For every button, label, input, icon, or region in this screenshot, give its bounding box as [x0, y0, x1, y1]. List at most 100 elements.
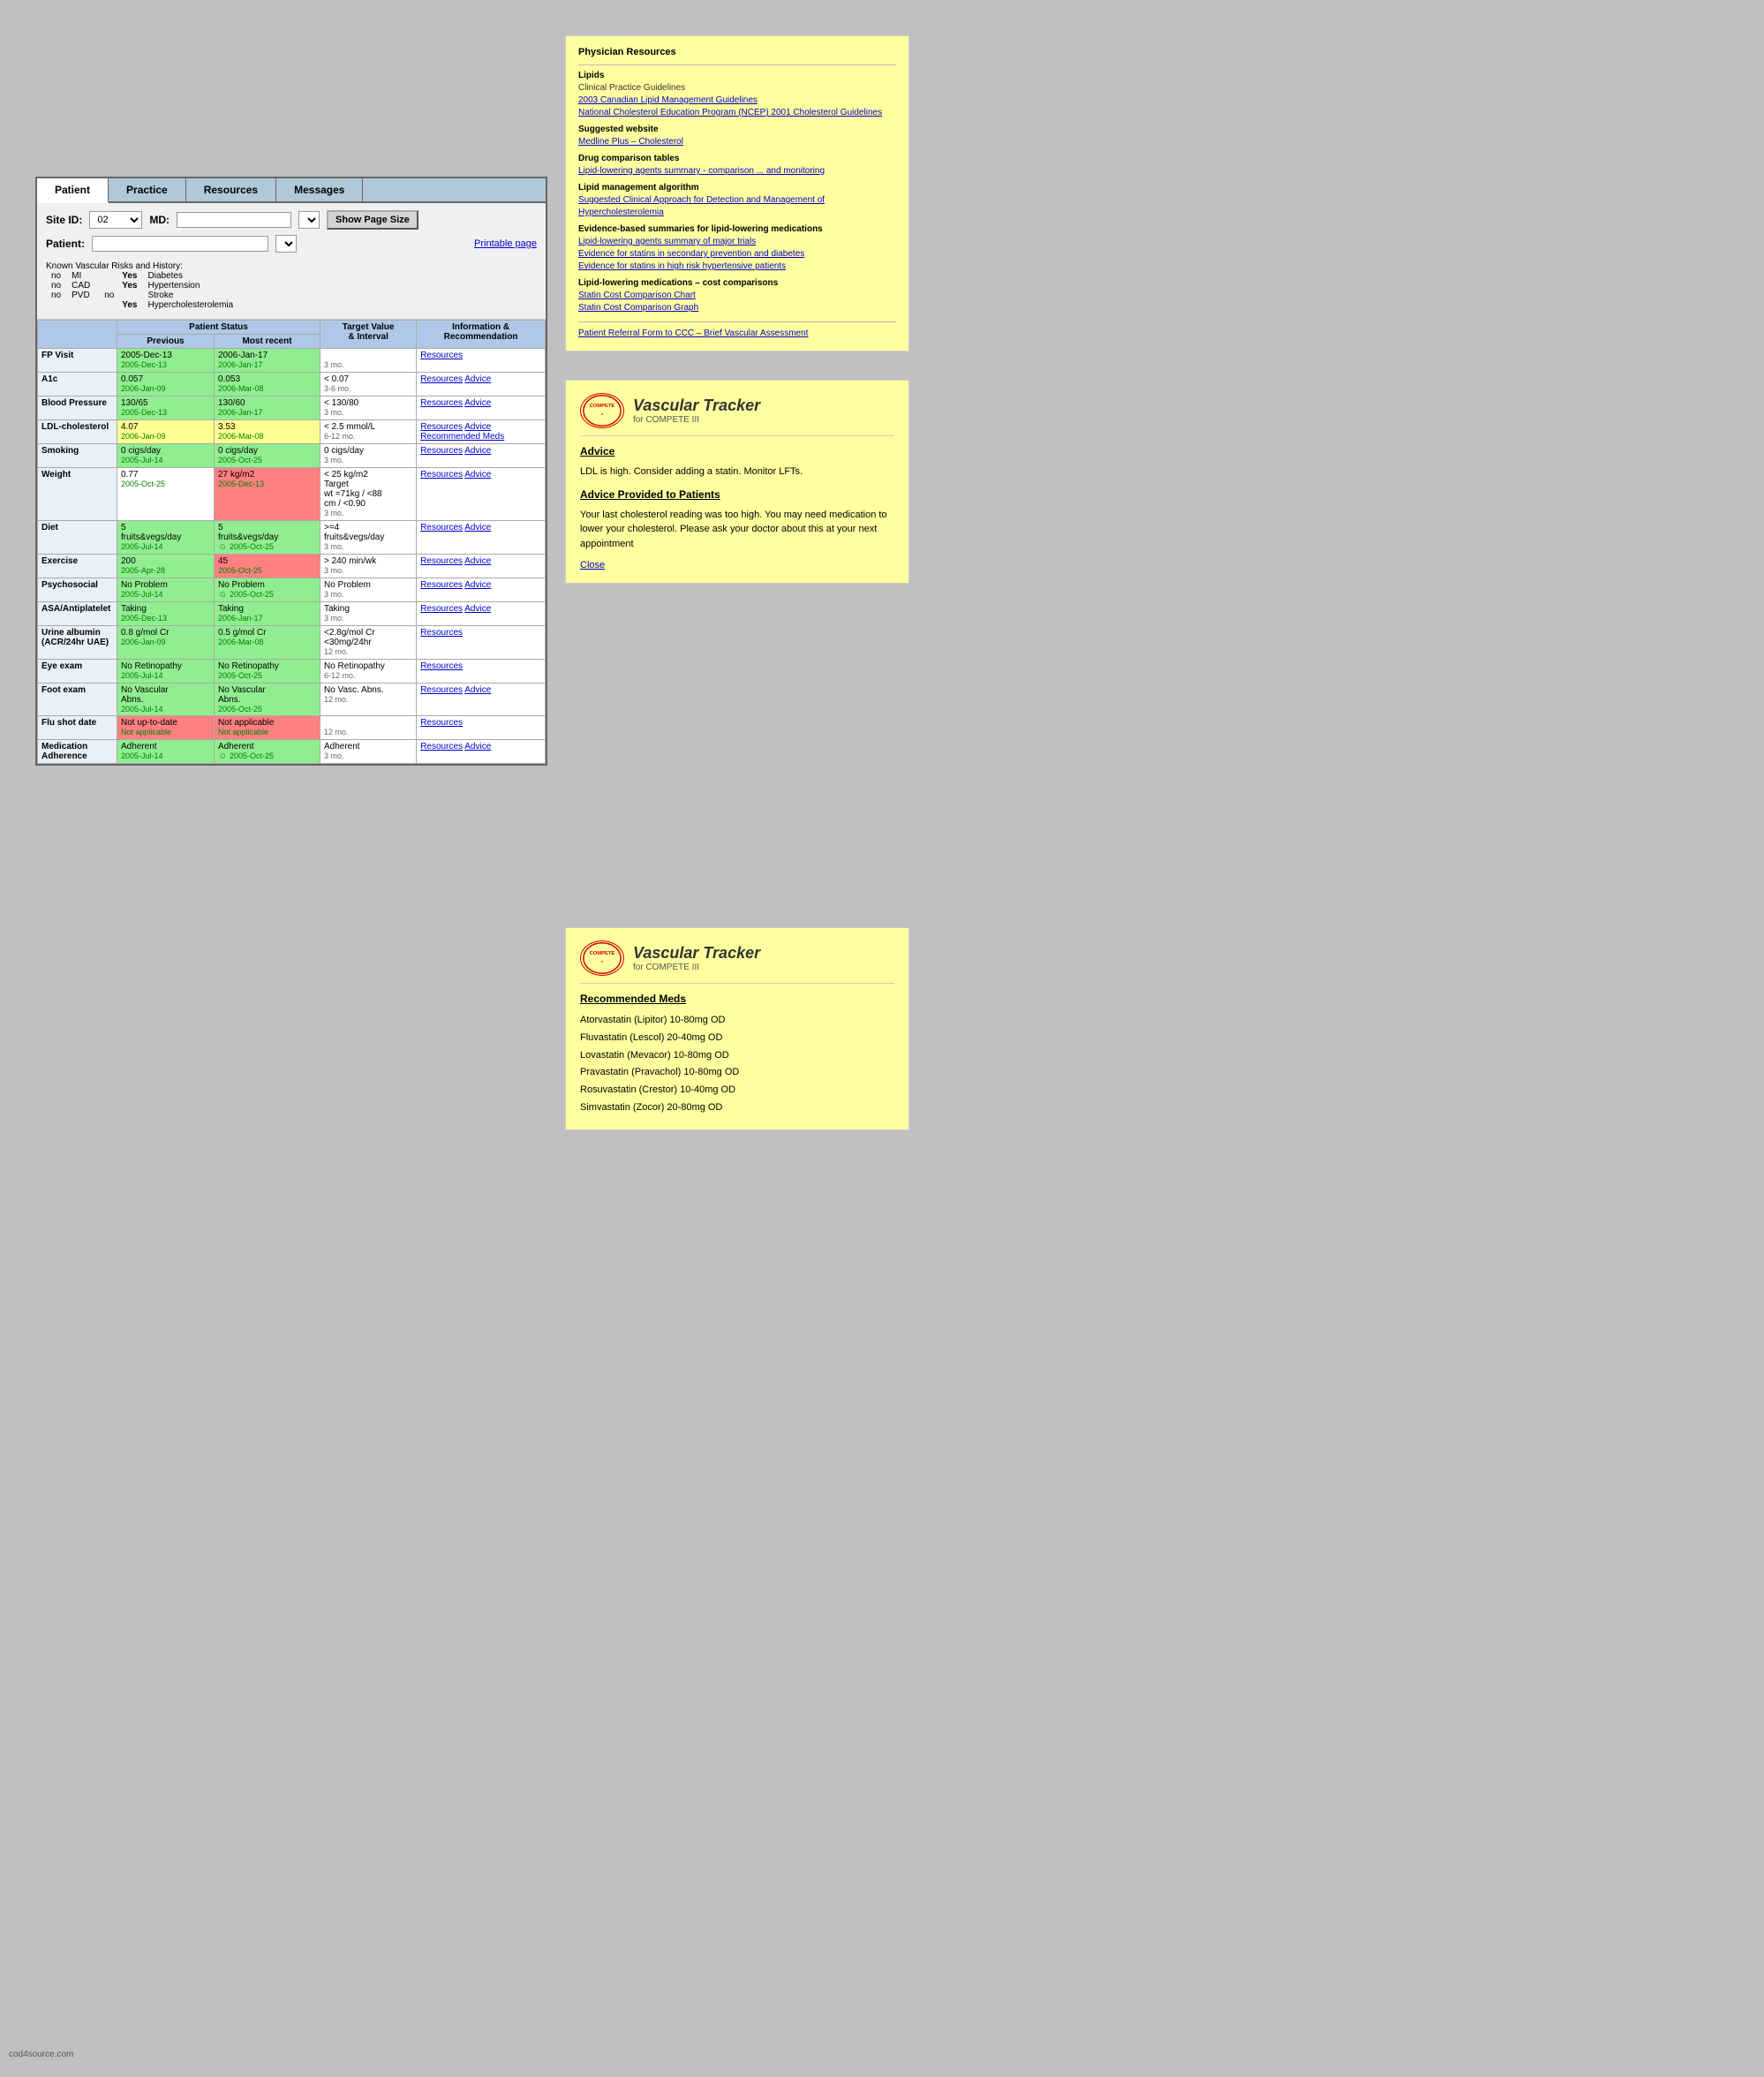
table-row: Foot examNo VascularAbns.2005-Jul-14No V…: [38, 684, 546, 716]
row-previous: 5fruits&vegs/day2005-Jul-14: [117, 521, 215, 555]
site-id-select[interactable]: 02: [89, 211, 142, 229]
table-row: Weight0.772005-Oct-2527 kg/m22005-Dec-13…: [38, 468, 546, 521]
patient-select[interactable]: ▼: [275, 235, 297, 253]
printable-page-link[interactable]: Printable page: [474, 238, 537, 249]
row-info[interactable]: Resources Advice: [417, 521, 546, 555]
row-previous: 0.772005-Oct-25: [117, 468, 215, 521]
row-recent: 130/602006-Jan-17: [215, 397, 320, 420]
suggested-website-title: Suggested website: [578, 125, 896, 134]
row-previous: 2002005-Apr-28: [117, 555, 215, 578]
row-info[interactable]: Resources Advice: [417, 740, 546, 764]
row-info[interactable]: Resources Advice: [417, 444, 546, 468]
advice-link[interactable]: Advice: [464, 685, 491, 695]
row-recent: 5fruits&vegs/day☺ 2005-Oct-25: [215, 521, 320, 555]
advice-link[interactable]: Advice: [464, 374, 491, 384]
hypercholesterolemia-link[interactable]: Suggested Clinical Approach for Detectio…: [578, 194, 896, 219]
patient-input[interactable]: [92, 236, 268, 252]
statin-cost-chart-link[interactable]: Statin Cost Comparison Chart: [578, 290, 896, 302]
advice-link[interactable]: Advice: [464, 556, 491, 566]
drug-comparison-title: Drug comparison tables: [578, 154, 896, 163]
row-name: MedicationAdherence: [38, 740, 117, 764]
major-trials-link[interactable]: Lipid-lowering agents summary of major t…: [578, 236, 896, 248]
resources-link[interactable]: Resources: [420, 422, 463, 432]
resources-link[interactable]: Resources: [420, 580, 463, 590]
row-info[interactable]: Resources Advice: [417, 602, 546, 626]
resources-link[interactable]: Resources: [420, 604, 463, 614]
row-target: 0 cigs/day3 mo.: [320, 444, 417, 468]
vascular-tracker-subtitle: for COMPETE III: [633, 415, 760, 425]
resources-link[interactable]: Resources: [420, 685, 463, 695]
row-recent: 0 cigs/day2005-Oct-25: [215, 444, 320, 468]
show-page-size-button[interactable]: Show Page Size: [327, 210, 418, 230]
row-target: Taking3 mo.: [320, 602, 417, 626]
tab-practice[interactable]: Practice: [109, 178, 186, 201]
advice-link[interactable]: Advice: [464, 446, 491, 456]
row-target: >=4fruits&vegs/day3 mo.: [320, 521, 417, 555]
tab-messages[interactable]: Messages: [276, 178, 363, 201]
resources-link[interactable]: Resources: [420, 661, 463, 671]
advice-link[interactable]: Advice: [464, 742, 491, 751]
close-advice-link[interactable]: Close: [580, 560, 605, 570]
vascular-header: COMPETE ● Vascular Tracker for COMPETE I…: [580, 393, 894, 436]
row-info[interactable]: Resources Advice: [417, 373, 546, 397]
status-table: Patient Status Target Value& Interval In…: [37, 320, 546, 764]
resources-link[interactable]: Resources: [420, 446, 463, 456]
high-risk-link[interactable]: Evidence for statins in high risk hypert…: [578, 261, 896, 273]
row-target: > 240 min/wk3 mo.: [320, 555, 417, 578]
md-select[interactable]: ▼: [298, 211, 320, 229]
physician-resources-panel: Physician Resources Lipids Clinical Prac…: [565, 35, 909, 351]
canadian-lipid-link[interactable]: 2003 Canadian Lipid Management Guideline…: [578, 94, 896, 107]
resources-link[interactable]: Resources: [420, 718, 463, 728]
row-target: < 0.073-6 mo.: [320, 373, 417, 397]
md-label: MD:: [149, 214, 170, 226]
row-info[interactable]: Resources Advice: [417, 555, 546, 578]
most-recent-header: Most recent: [215, 335, 320, 349]
tab-patient[interactable]: Patient: [37, 178, 109, 203]
row-previous: 4.072006-Jan-09: [117, 420, 215, 444]
advice-link[interactable]: Advice: [464, 580, 491, 590]
row-info[interactable]: Resources AdviceRecommended Meds: [417, 420, 546, 444]
row-previous: No Retinopathy2005-Jul-14: [117, 660, 215, 684]
row-info[interactable]: Resources: [417, 349, 546, 373]
row-target: 3 mo.: [320, 349, 417, 373]
medication-item: Pravastatin (Pravachol) 10-80mg OD: [580, 1064, 894, 1082]
advice-link[interactable]: Advice: [464, 604, 491, 614]
patient-referral-link[interactable]: Patient Referral Form to CCC – Brief Vas…: [578, 328, 896, 340]
row-info[interactable]: Resources Advice: [417, 578, 546, 602]
medication-item: Atorvastatin (Lipitor) 10-80mg OD: [580, 1012, 894, 1030]
row-info[interactable]: Resources Advice: [417, 684, 546, 716]
secondary-prevention-link[interactable]: Evidence for statins in secondary preven…: [578, 248, 896, 261]
recommended-meds-link[interactable]: Recommended Meds: [420, 432, 541, 442]
resources-link[interactable]: Resources: [420, 628, 463, 638]
ncep-link[interactable]: National Cholesterol Education Program (…: [578, 107, 896, 119]
resources-link[interactable]: Resources: [420, 523, 463, 532]
resources-link[interactable]: Resources: [420, 374, 463, 384]
tab-resources[interactable]: Resources: [186, 178, 276, 201]
resources-link[interactable]: Resources: [420, 742, 463, 751]
row-info[interactable]: Resources: [417, 626, 546, 660]
row-name: Foot exam: [38, 684, 117, 716]
md-input[interactable]: [177, 212, 291, 228]
row-previous: Adherent2005-Jul-14: [117, 740, 215, 764]
lipids-section-title: Lipids: [578, 71, 896, 80]
row-name: Psychosocial: [38, 578, 117, 602]
lipid-lowering-summary-link[interactable]: Lipid-lowering agents summary - comparis…: [578, 165, 896, 177]
statin-cost-graph-link[interactable]: Statin Cost Comparison Graph: [578, 302, 896, 314]
resources-link[interactable]: Resources: [420, 351, 463, 360]
advice-link[interactable]: Advice: [464, 470, 491, 480]
row-info[interactable]: Resources Advice: [417, 468, 546, 521]
row-target: 12 mo.: [320, 716, 417, 740]
row-info[interactable]: Resources: [417, 716, 546, 740]
row-info[interactable]: Resources Advice: [417, 397, 546, 420]
clinical-practice-text: Clinical Practice Guidelines: [578, 82, 896, 94]
row-previous: 0.8 g/mol Cr2006-Jan-09: [117, 626, 215, 660]
advice-link[interactable]: Advice: [464, 398, 491, 408]
evidence-summaries-title: Evidence-based summaries for lipid-lower…: [578, 224, 896, 234]
advice-link[interactable]: Advice: [464, 523, 491, 532]
resources-link[interactable]: Resources: [420, 470, 463, 480]
resources-link[interactable]: Resources: [420, 398, 463, 408]
medline-link[interactable]: Medline Plus – Cholesterol: [578, 136, 896, 148]
resources-link[interactable]: Resources: [420, 556, 463, 566]
advice-link[interactable]: Advice: [464, 422, 491, 432]
row-info[interactable]: Resources: [417, 660, 546, 684]
